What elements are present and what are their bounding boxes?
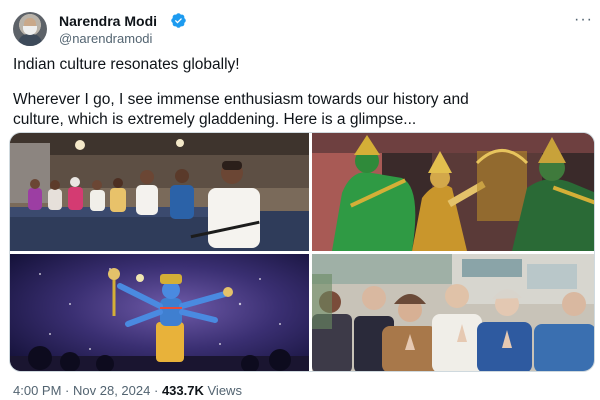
post-text-paragraph: Wherever I go, I see immense enthusiasm … <box>13 90 583 130</box>
author-name[interactable]: Narendra Modi <box>59 12 157 30</box>
vishnu-performance-photo[interactable] <box>10 254 309 371</box>
post-meta: 4:00 PM · Nov 28, 2024 · 433.7K Views <box>13 383 242 399</box>
post-time[interactable]: 4:00 PM <box>13 383 61 398</box>
post-text-line-2b: culture, which is extremely gladdening. … <box>13 111 417 128</box>
tweet: Narendra Modi @narendramodi ··· Indian c… <box>0 0 600 400</box>
praying-crowd-photo[interactable] <box>312 254 594 371</box>
meta-separator-2: · <box>153 383 159 398</box>
more-horizontal-icon[interactable]: ··· <box>574 12 593 28</box>
seated-audience-photo[interactable] <box>10 133 309 251</box>
media-grid <box>9 132 595 372</box>
views-label: Views <box>207 383 242 398</box>
verified-badge-icon <box>171 13 186 28</box>
meta-separator: · <box>65 383 70 398</box>
post-text-line-2a: Wherever I go, I see immense enthusiasm … <box>13 91 469 108</box>
views-count[interactable]: 433.7K <box>162 383 204 398</box>
post-text-line-1: Indian culture resonates globally! <box>13 56 240 73</box>
costumed-dancers-photo[interactable] <box>312 133 594 251</box>
author-avatar[interactable] <box>13 12 47 46</box>
post-date[interactable]: Nov 28, 2024 <box>73 383 150 398</box>
author-handle[interactable]: @narendramodi <box>59 30 152 47</box>
